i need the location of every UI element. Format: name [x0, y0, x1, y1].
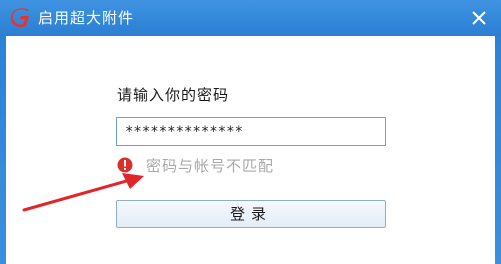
close-icon[interactable]	[469, 8, 489, 28]
window-right-border	[495, 36, 501, 264]
login-button[interactable]: 登录	[116, 200, 386, 228]
error-message: 密码与帐号不匹配	[146, 157, 275, 175]
password-input[interactable]	[116, 117, 386, 146]
dialog-content	[6, 36, 495, 264]
window-title: 启用超大附件	[38, 9, 135, 27]
login-dialog-window: 启用超大附件 请输入你的密码 密码与帐号不匹配 登录	[0, 0, 501, 264]
password-prompt-label: 请输入你的密码	[117, 86, 230, 104]
titlebar: 启用超大附件	[0, 0, 501, 36]
app-logo-icon	[10, 8, 32, 28]
